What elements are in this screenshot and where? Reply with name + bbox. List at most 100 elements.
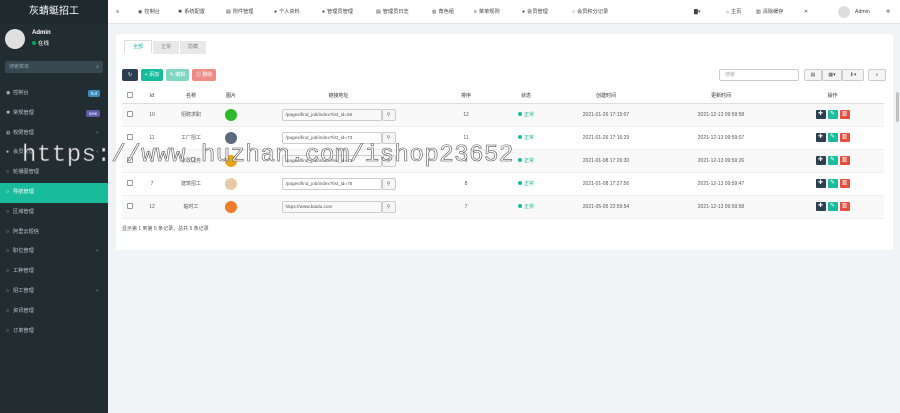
nav-image-icon[interactable] [225, 108, 237, 121]
menu-search-input[interactable]: 搜索菜单 ⌕ [5, 61, 103, 73]
sidebar-item-general[interactable]: ✱ 常规管理 new [0, 104, 108, 124]
fullscreen-icon[interactable]: ✕ [804, 0, 808, 24]
col-status[interactable]: 状态 [501, 89, 551, 104]
row-checkbox[interactable] [127, 133, 133, 140]
topnav-admins[interactable]: ● 管理员管理 [322, 0, 353, 24]
topnav-attachments[interactable]: ▤ 附件管理 [226, 0, 254, 24]
chevron-left-icon: ‹ [96, 248, 98, 255]
pencil-icon: ✎ [169, 72, 174, 78]
topnav-roles[interactable]: ◍ 角色组 [432, 0, 454, 24]
sidebar-item-worktype[interactable]: ○ 工种管理 [0, 262, 108, 282]
topnav-menu-rules[interactable]: ≡ 菜单规则 [474, 0, 500, 24]
topnav-home[interactable]: ⌂ 主页 [726, 0, 741, 24]
row-delete-button[interactable]: ▥ [839, 133, 850, 142]
link-button[interactable]: ⚲ [381, 200, 396, 213]
search-toggle-button[interactable]: ⌕ [868, 69, 886, 81]
topnav-members[interactable]: ● 会员管理 [522, 0, 548, 24]
columns-button[interactable]: ▦▾ [822, 69, 842, 81]
scrollbar[interactable] [896, 92, 899, 122]
status-badge[interactable]: 正常 [517, 204, 534, 210]
user-icon: ● [6, 149, 10, 156]
topnav-admin[interactable]: Admin [855, 0, 870, 24]
row-delete-button[interactable]: ▥ [839, 156, 850, 165]
table-row[interactable]: 12 临时工 https://www.baidu.com ⚲ 7 正常 2021-05-05… [122, 195, 884, 219]
delete-button[interactable]: ▥ 删除 [191, 69, 217, 81]
status-badge[interactable]: 正常 [517, 112, 534, 118]
url-field[interactable]: https://www.baidu.com [281, 200, 382, 213]
row-edit-button[interactable]: ✎ [827, 202, 838, 211]
app-logo[interactable]: 灰蜻蜓招工 [0, 0, 108, 24]
topnav-clear-cache[interactable]: ▥ 清除缓存 [756, 0, 784, 24]
sidebar-item-auth[interactable]: ◍ 权限管理 ‹ [0, 124, 108, 144]
table-row[interactable]: 10 招聘求职/pages/find_job/index?list_id=55 ⚲ 1… [122, 103, 884, 127]
edit-button[interactable]: ✎ 编辑 [165, 69, 190, 81]
file-icon: ▤ [226, 9, 231, 15]
drag-move-button[interactable]: ✚ [815, 156, 826, 165]
tab-normal[interactable]: 正常 [153, 41, 180, 54]
status-badge[interactable]: 正常 [517, 158, 534, 164]
url-field[interactable]: /pages/find_job/index?list_id=55 [281, 108, 382, 121]
col-url[interactable]: 链接地址 [246, 89, 431, 104]
sidebar-item-sms[interactable]: ○ 阿里云短信 [0, 223, 108, 243]
theme-switch-icon[interactable]: ▇▾ [694, 0, 701, 24]
sidebar-item-position[interactable]: ○ 职位管理 ‹ [0, 242, 108, 262]
drag-move-button[interactable]: ✚ [815, 133, 826, 142]
topnav-admin-log[interactable]: ▤ 管理员日志 [376, 0, 409, 24]
col-name[interactable]: 名称 [166, 89, 216, 104]
url-field[interactable]: /pages/find_job/index?list_id=75 [281, 177, 382, 190]
add-button[interactable]: + 添加 [140, 69, 163, 81]
nav-image-icon[interactable] [225, 177, 237, 190]
toggle-view-button[interactable]: ▤ [804, 69, 822, 81]
row-checkbox[interactable] [127, 110, 133, 117]
topnav-system-config[interactable]: ✱ 系统配置 [178, 0, 205, 24]
sidebar-item-region[interactable]: ○ 区域管理 [0, 203, 108, 223]
table-search-input[interactable]: 搜索 [719, 69, 799, 81]
avatar[interactable] [838, 6, 850, 18]
sidebar-item-orders[interactable]: ○ 订单管理 [0, 322, 108, 342]
row-delete-button[interactable]: ▥ [839, 179, 850, 188]
sidebar-item-nav[interactable]: ○ 导航管理 [0, 182, 108, 203]
drag-move-button[interactable]: ✚ [815, 202, 826, 211]
link-button[interactable]: ⚲ [381, 108, 396, 121]
nav-image-icon[interactable] [225, 200, 237, 213]
row-edit-button[interactable]: ✎ [827, 133, 838, 142]
search-icon[interactable]: ⌕ [96, 61, 99, 73]
row-checkbox[interactable] [127, 179, 133, 186]
refresh-button[interactable]: ↻ [122, 69, 138, 81]
row-checkbox[interactable] [127, 202, 133, 209]
row-edit-button[interactable]: ✎ [827, 156, 838, 165]
sidebar: 灰蜻蜓招工 Admin 在线 搜索菜单 ⌕ ◉ 控制台 hot ✱ 常规管理 new ◍ 权… [0, 0, 108, 413]
col-updated[interactable]: 更新时间 [661, 89, 781, 104]
topnav-dashboard[interactable]: ◉ 控制台 [138, 0, 160, 24]
select-all-checkbox[interactable] [127, 91, 133, 98]
link-icon: ⚲ [386, 111, 391, 118]
sidebar-item-recruit[interactable]: ○ 招工管理 ‹ [0, 282, 108, 302]
status-badge[interactable]: 正常 [517, 181, 534, 187]
sidebar-item-label: 工种管理 [13, 268, 34, 275]
settings-gear-icon[interactable]: ✲ [886, 0, 890, 24]
col-created[interactable]: 创建时间 [551, 89, 661, 104]
tab-all[interactable]: 全部 [124, 40, 153, 53]
row-delete-button[interactable]: ▥ [839, 110, 850, 119]
export-button[interactable]: ⬇▾ [842, 69, 864, 81]
drag-move-button[interactable]: ✚ [815, 179, 826, 188]
col-sort[interactable]: 排序 [431, 89, 501, 104]
col-id[interactable]: Id [138, 89, 166, 104]
menu-toggle-icon[interactable]: ≡ [116, 0, 119, 24]
sidebar-item-dashboard[interactable]: ◉ 控制台 hot [0, 84, 108, 104]
row-delete-button[interactable]: ▥ [839, 202, 850, 211]
table-row[interactable]: 7 建筑招工/pages/find_job/index?list_id=75 ⚲ 8 正… [122, 172, 884, 196]
drag-move-button[interactable]: ✚ [815, 110, 826, 119]
sidebar-item-news[interactable]: ○ 资讯管理 [0, 302, 108, 322]
topnav-profile[interactable]: ● 个人资料 [274, 0, 300, 24]
row-edit-button[interactable]: ✎ [827, 179, 838, 188]
status-badge[interactable]: 正常 [517, 135, 534, 141]
row-edit-button[interactable]: ✎ [827, 110, 838, 119]
col-image[interactable]: 图片 [216, 89, 246, 104]
link-button[interactable]: ⚲ [381, 177, 396, 190]
circle-icon: ○ [6, 287, 10, 294]
tab-hidden[interactable]: 隐藏 [180, 41, 207, 54]
circle-icon: ○ [6, 208, 10, 215]
topnav-points-log[interactable]: ○ 会员积分记录 [572, 0, 608, 24]
toolbar: ↻ + 添加 ✎ 编辑 ▥ 删除 [122, 69, 217, 81]
